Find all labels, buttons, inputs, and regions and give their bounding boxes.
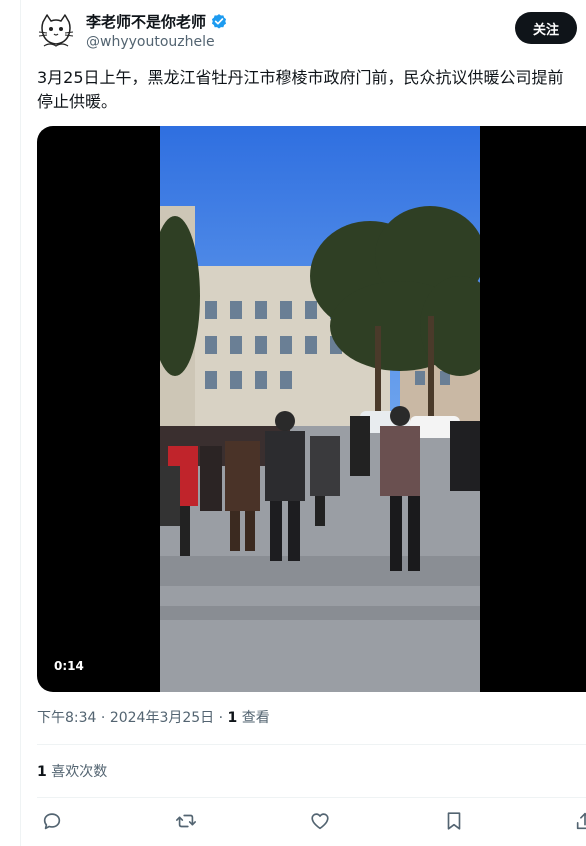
likes-summary[interactable]: 1 喜欢次数 <box>37 762 107 782</box>
share-icon <box>576 812 586 830</box>
left-divider <box>20 0 21 846</box>
cat-avatar-icon <box>36 12 76 52</box>
tweet-time[interactable]: 下午8:34 <box>37 710 96 726</box>
tweet-page: 李老师不是你老师 @whyyoutouzhele 关注 3月25日上午，黑龙江省… <box>0 0 586 846</box>
protest-scene-image <box>160 126 480 692</box>
author-display-name[interactable]: 李老师不是你老师 <box>86 12 206 32</box>
reply-button[interactable] <box>41 810 65 834</box>
tweet-text: 3月25日上午，黑龙江省牡丹江市穆棱市政府门前，民众抗议供暖公司提前 停止供暖。 <box>37 66 586 114</box>
tweet-text-line-1: 3月25日上午，黑龙江省牡丹江市穆棱市政府门前，民众抗议供暖公司提前 <box>37 68 564 87</box>
author-name-row[interactable]: 李老师不是你老师 <box>86 12 228 32</box>
divider-bottom <box>37 797 586 798</box>
likes-count[interactable]: 1 <box>37 764 47 780</box>
divider-top <box>37 744 586 745</box>
views-label: 查看 <box>241 710 270 726</box>
share-button[interactable] <box>574 810 586 834</box>
tweet-date[interactable]: 2024年3月25日 <box>110 710 214 726</box>
meta-separator-2: · <box>218 710 224 726</box>
meta-separator: · <box>100 710 106 726</box>
video-duration-badge: 0:14 <box>47 656 91 676</box>
like-button[interactable] <box>309 810 333 834</box>
verified-badge-icon <box>210 13 228 31</box>
like-icon <box>311 813 329 830</box>
author-avatar[interactable] <box>36 12 76 52</box>
tweet-meta: 下午8:34 · 2024年3月25日 · 1 查看 <box>37 708 270 728</box>
reply-icon <box>43 813 61 830</box>
retweet-button[interactable] <box>175 810 199 834</box>
likes-label[interactable]: 喜欢次数 <box>51 764 107 780</box>
retweet-icon <box>176 814 196 828</box>
video-thumbnail[interactable] <box>160 126 480 692</box>
video-player[interactable]: 0:14 <box>37 126 586 692</box>
bookmark-icon <box>447 812 461 830</box>
follow-button[interactable]: 关注 <box>515 12 577 44</box>
author-handle[interactable]: @whyyoutouzhele <box>86 33 215 51</box>
bookmark-button[interactable] <box>443 810 467 834</box>
views-count: 1 <box>227 710 238 726</box>
tweet-text-line-2: 停止供暖。 <box>37 92 118 111</box>
